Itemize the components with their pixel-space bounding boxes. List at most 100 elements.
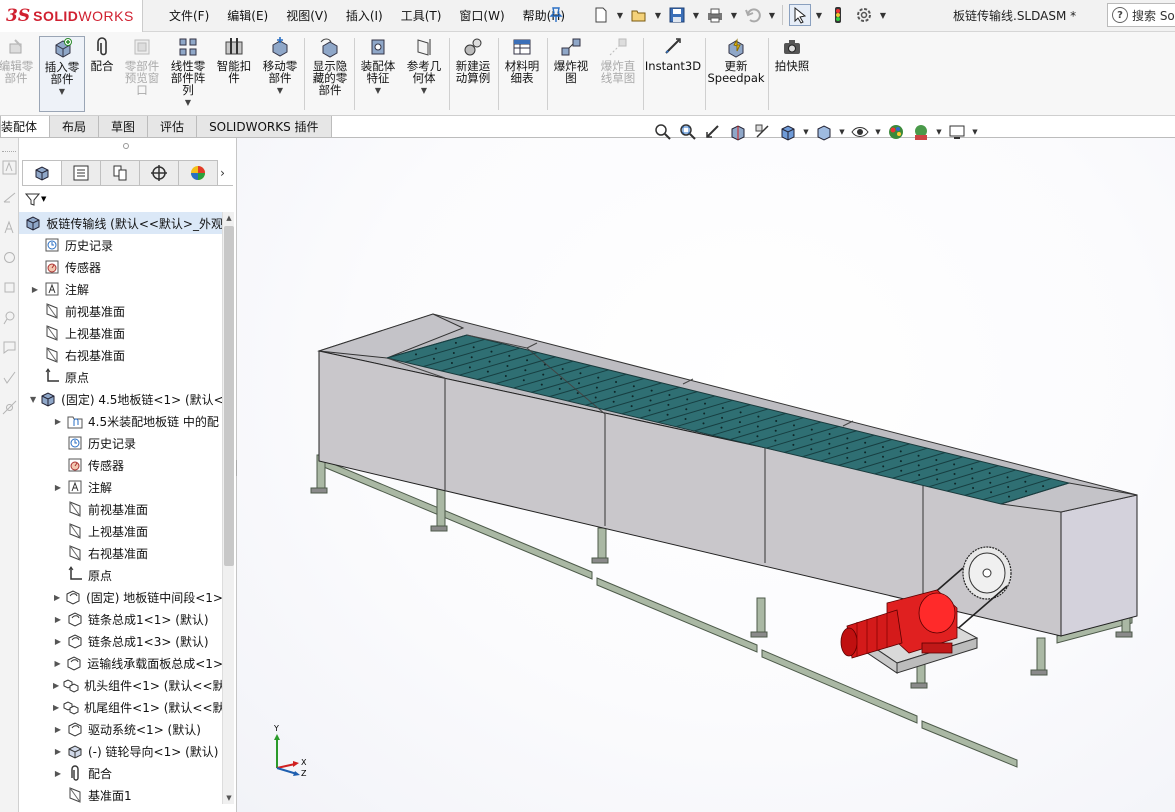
- view-settings-dropdown-icon[interactable]: ▼: [971, 128, 979, 136]
- apply-scene-icon[interactable]: [910, 121, 932, 143]
- tree-item[interactable]: 前视基准面: [19, 300, 223, 322]
- balloon-tool-icon[interactable]: [2, 310, 17, 325]
- tree-item[interactable]: ▶ 运输线承载面板总成<1>: [19, 652, 223, 674]
- menu-file[interactable]: 文件(F): [160, 7, 218, 24]
- solidworks-logo[interactable]: 3S SOLID WORKS: [0, 0, 143, 32]
- menu-window[interactable]: 窗口(W): [450, 7, 513, 24]
- expand-arrow-icon[interactable]: ▶: [53, 769, 63, 778]
- tree-item[interactable]: ▶ (-) 链轮导向<1> (默认): [19, 740, 223, 762]
- graphics-area[interactable]: Y X Z: [237, 138, 1175, 812]
- new-dropdown-icon[interactable]: ▼: [616, 11, 624, 20]
- datum-tool-icon[interactable]: [2, 280, 17, 295]
- component-preview-button[interactable]: 零部件 预览窗 口: [120, 36, 164, 112]
- surface-finish-icon[interactable]: [2, 370, 17, 385]
- take-snapshot-button[interactable]: 拍快照: [770, 36, 814, 112]
- tree-item[interactable]: ▼ (固定) 4.5地板链<1> (默认<: [19, 388, 223, 410]
- rebuild-icon[interactable]: [827, 4, 849, 26]
- view-orientation-dropdown-icon[interactable]: ▼: [802, 128, 810, 136]
- expand-arrow-icon[interactable]: ▶: [53, 615, 63, 624]
- move-component-dropdown-icon[interactable]: ▼: [277, 85, 283, 97]
- expand-arrow-icon[interactable]: ▶: [53, 637, 63, 646]
- display-style-dropdown-icon[interactable]: ▼: [838, 128, 846, 136]
- undo-icon[interactable]: [742, 4, 764, 26]
- tree-item[interactable]: 历史记录: [19, 432, 223, 454]
- assembly-features-button[interactable]: 装配体 特征 ▼: [356, 36, 400, 112]
- tree-item[interactable]: 原点: [19, 564, 223, 586]
- print-icon[interactable]: [704, 4, 726, 26]
- dimension-tool-icon[interactable]: [2, 190, 17, 205]
- tree-item[interactable]: ▶ 配合: [19, 762, 223, 784]
- configuration-manager-tab[interactable]: [100, 160, 140, 185]
- instant3d-button[interactable]: Instant3D: [645, 36, 701, 112]
- tree-item[interactable]: ▶ 机头组件<1> (默认<<默: [19, 674, 223, 696]
- collapse-arrow-icon[interactable]: ▼: [30, 395, 36, 404]
- edit-component-button[interactable]: 编辑零 部件: [0, 36, 38, 112]
- tree-item[interactable]: 传感器: [19, 454, 223, 476]
- text-tool-icon[interactable]: [2, 220, 17, 235]
- assembly-features-dropdown-icon[interactable]: ▼: [375, 85, 381, 97]
- expand-arrow-icon[interactable]: ▶: [53, 703, 59, 712]
- explode-line-sketch-button[interactable]: 爆炸直 线草图: [596, 36, 640, 112]
- tab-evaluate[interactable]: 评估: [147, 116, 198, 138]
- tree-item[interactable]: 原点: [19, 366, 223, 388]
- new-motion-study-button[interactable]: 新建运 动算例: [451, 36, 495, 112]
- more-tabs-icon[interactable]: ›: [217, 160, 228, 185]
- dynamic-annotation-icon[interactable]: [752, 121, 774, 143]
- linear-pattern-dropdown-icon[interactable]: ▼: [185, 97, 191, 109]
- tree-item[interactable]: ▶ 注解: [19, 476, 223, 498]
- filter-button[interactable]: ▼: [25, 190, 47, 208]
- filter-dropdown-icon[interactable]: ▼: [41, 195, 46, 203]
- expand-arrow-icon[interactable]: ▶: [53, 725, 63, 734]
- previous-view-icon[interactable]: [702, 121, 724, 143]
- zoom-to-area-icon[interactable]: [677, 121, 699, 143]
- options-dropdown-icon[interactable]: ▼: [879, 11, 887, 20]
- open-dropdown-icon[interactable]: ▼: [654, 11, 662, 20]
- expand-arrow-icon[interactable]: ▶: [30, 285, 40, 294]
- tree-item[interactable]: ▶ 链条总成1<3> (默认): [19, 630, 223, 652]
- new-icon[interactable]: [590, 4, 612, 26]
- scroll-down-icon[interactable]: ▼: [223, 792, 235, 804]
- save-icon[interactable]: [666, 4, 688, 26]
- hole-callout-icon[interactable]: [2, 400, 17, 415]
- tree-item[interactable]: 传感器: [19, 256, 223, 278]
- tree-item[interactable]: ▶ 注解: [19, 278, 223, 300]
- tab-addins[interactable]: SOLIDWORKS 插件: [196, 116, 332, 138]
- tab-sketch[interactable]: 草图: [98, 116, 149, 138]
- tree-item[interactable]: 历史记录: [19, 234, 223, 256]
- tree-item[interactable]: 基准面1: [19, 784, 223, 806]
- smart-fasteners-button[interactable]: 智能扣 件: [214, 36, 254, 112]
- show-hidden-components-button[interactable]: 显示隐 藏的零 部件: [308, 36, 352, 112]
- panel-grip[interactable]: [123, 143, 129, 149]
- tree-item[interactable]: 上视基准面: [19, 322, 223, 344]
- menu-insert[interactable]: 插入(I): [337, 7, 392, 24]
- search-box[interactable]: ? 搜索 So: [1107, 3, 1175, 27]
- reference-geometry-dropdown-icon[interactable]: ▼: [421, 85, 427, 97]
- note-tool-icon[interactable]: [2, 340, 17, 355]
- undo-dropdown-icon[interactable]: ▼: [768, 11, 776, 20]
- select-icon[interactable]: [789, 4, 811, 26]
- tree-item[interactable]: ▶ 机尾组件<1> (默认<<默: [19, 696, 223, 718]
- tree-item[interactable]: ▶ 驱动系统<1> (默认): [19, 718, 223, 740]
- reference-geometry-button[interactable]: 参考几 何体 ▼: [402, 36, 446, 112]
- insert-component-button[interactable]: 插入零 部件 ▼: [39, 36, 85, 112]
- tree-item[interactable]: 前视基准面: [19, 498, 223, 520]
- expand-arrow-icon[interactable]: ▶: [53, 747, 63, 756]
- menu-tools[interactable]: 工具(T): [392, 7, 451, 24]
- move-component-button[interactable]: 移动零 部件 ▼: [258, 36, 302, 112]
- expand-arrow-icon[interactable]: ▶: [53, 593, 61, 602]
- view-settings-icon[interactable]: [946, 121, 968, 143]
- print-dropdown-icon[interactable]: ▼: [730, 11, 738, 20]
- tree-item[interactable]: 右视基准面: [19, 542, 223, 564]
- feature-tree-scrollbar[interactable]: ▲ ▼: [222, 212, 234, 804]
- menu-help[interactable]: 帮助(H): [514, 7, 574, 24]
- apply-scene-dropdown-icon[interactable]: ▼: [935, 128, 943, 136]
- tree-item[interactable]: ▶ 4.5米装配地板链 中的配: [19, 410, 223, 432]
- annotation-tool-icon[interactable]: [2, 160, 17, 175]
- mate-button[interactable]: 配合: [88, 36, 116, 112]
- help-icon[interactable]: ?: [1112, 7, 1128, 23]
- section-view-icon[interactable]: [727, 121, 749, 143]
- pin-icon[interactable]: [549, 7, 563, 23]
- tree-item[interactable]: ▶ (固定) 地板链中间段<1>: [19, 586, 223, 608]
- edit-appearance-icon[interactable]: [885, 121, 907, 143]
- linear-pattern-button[interactable]: 线性零 部件阵 列 ▼: [166, 36, 210, 112]
